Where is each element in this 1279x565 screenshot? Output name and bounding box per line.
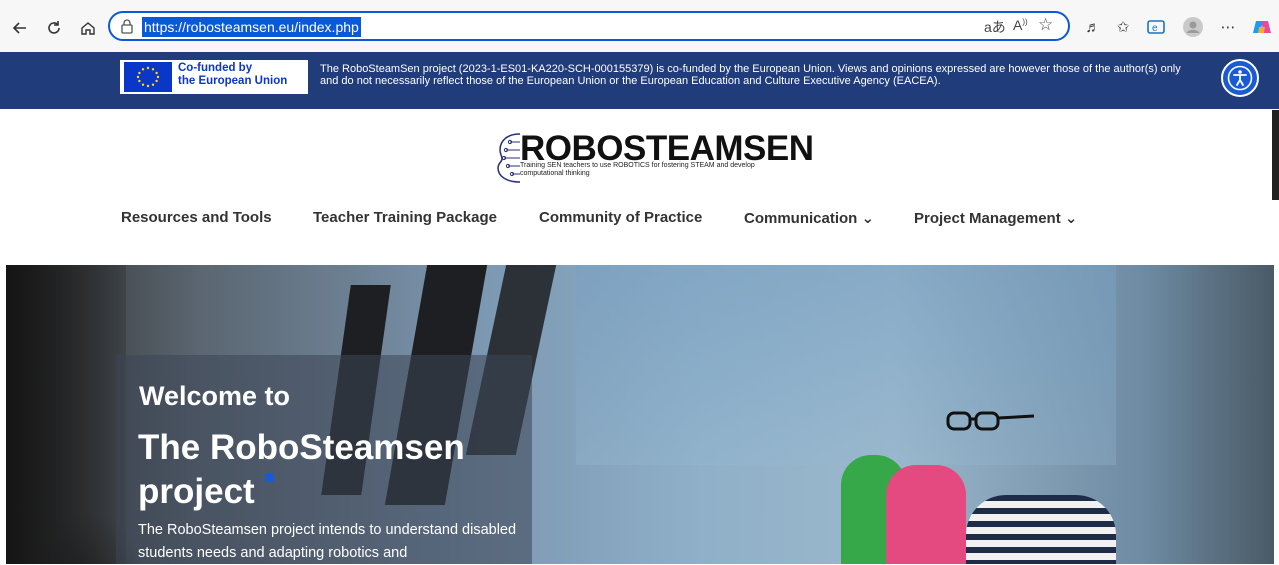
hero-child-shirt <box>886 465 966 564</box>
hero-description: The RoboSteamsen project intends to unde… <box>138 522 517 561</box>
favorites-icon[interactable]: ✩ <box>1112 16 1134 38</box>
collections-icon[interactable]: e <box>1145 16 1167 38</box>
menu-communication[interactable]: Communication ⌄ <box>744 209 874 227</box>
hero-child-shirt <box>966 495 1116 564</box>
accessibility-icon <box>1227 65 1253 91</box>
home-icon[interactable] <box>76 16 100 40</box>
address-bar[interactable]: https://robosteamsen.eu/index.php aあ A))… <box>108 11 1070 41</box>
profile-avatar[interactable] <box>1182 16 1204 38</box>
site-logo[interactable]: ROBOSTEAMSEN Training SEN teachers to us… <box>496 130 814 185</box>
menu-project-management[interactable]: Project Management ⌄ <box>914 209 1077 227</box>
eu-logo-line1: Co-funded by <box>178 62 253 74</box>
eu-flag-icon <box>124 62 172 92</box>
hero-glasses <box>946 411 1035 431</box>
back-icon[interactable] <box>8 16 32 40</box>
hero-accent-dot <box>265 473 274 482</box>
brain-circuit-icon <box>497 133 521 183</box>
eu-funding-banner: Co-funded by the European Union The Robo… <box>0 52 1279 109</box>
more-options-icon[interactable]: ⋯ <box>1217 16 1239 38</box>
menu-teacher-training-package[interactable]: Teacher Training Package <box>313 209 497 226</box>
extension-icon[interactable]: ♬ <box>1082 16 1104 38</box>
eu-logo-line2: the European Union <box>178 75 288 87</box>
translate-icon[interactable]: aあ <box>984 17 1006 37</box>
favorite-star-icon[interactable]: ☆ <box>1038 15 1053 35</box>
page-scrollbar[interactable] <box>1272 110 1279 200</box>
hero-chalkboard <box>576 265 1116 465</box>
hero-welcome: Welcome to <box>139 381 291 411</box>
eu-cofunded-logo: Co-funded by the European Union <box>120 60 308 94</box>
menu-community-of-practice[interactable]: Community of Practice <box>539 209 702 226</box>
svg-text:e: e <box>1152 23 1158 34</box>
hero-foreground <box>6 265 126 564</box>
logo-subtitle: Training SEN teachers to use ROBOTICS fo… <box>520 162 755 177</box>
site-info-icon[interactable] <box>120 18 134 39</box>
accessibility-button[interactable] <box>1221 59 1259 97</box>
copilot-icon[interactable] <box>1251 16 1273 38</box>
refresh-icon[interactable] <box>42 16 66 40</box>
read-aloud-icon[interactable]: A)) <box>1013 17 1028 33</box>
hero-title: The RoboSteamsen project <box>138 428 465 511</box>
menu-resources-and-tools[interactable]: Resources and Tools <box>121 209 272 226</box>
address-url[interactable]: https://robosteamsen.eu/index.php <box>142 17 361 37</box>
eu-logo-text: Co-funded by the European Union <box>178 62 287 88</box>
eu-disclaimer-text: The RoboSteamSen project (2023-1-ES01-KA… <box>320 63 1181 87</box>
browser-toolbar: https://robosteamsen.eu/index.php aあ A))… <box>0 0 1279 52</box>
